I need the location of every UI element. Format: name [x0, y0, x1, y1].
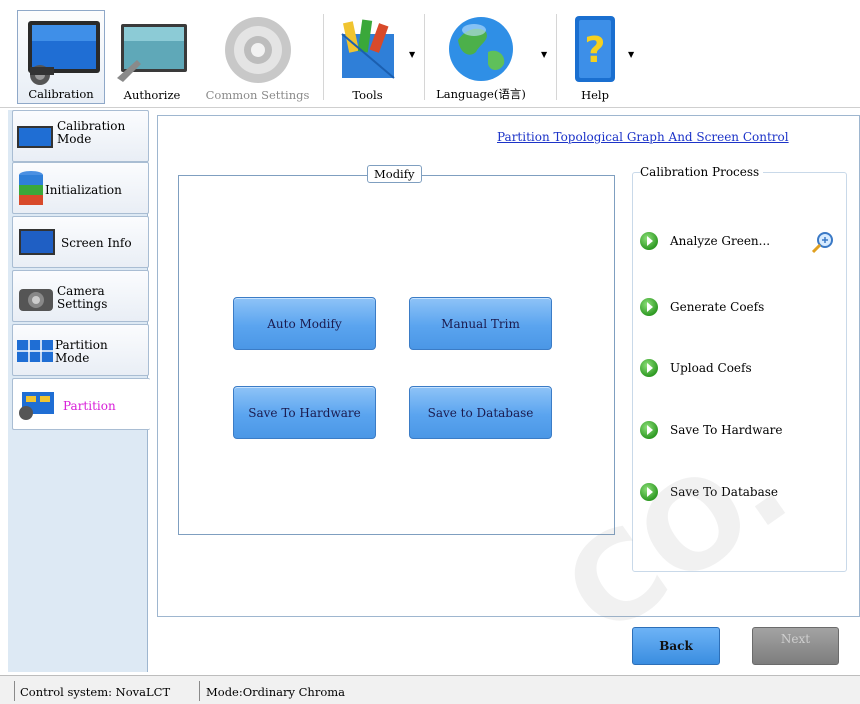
save-to-database-button[interactable]: Save to Database [409, 386, 552, 439]
grid-icon [17, 340, 53, 362]
nav-item-camera-settings[interactable]: Camera Settings [12, 270, 149, 322]
nav-item-label: Screen Info [61, 236, 132, 250]
globe-icon [449, 17, 513, 81]
main-toolbar: Calibration Authorize Common Settings To… [0, 0, 860, 108]
tools-dropdown-icon[interactable]: ▼ [409, 50, 415, 59]
nav-item-calibration-mode[interactable]: Calibration Mode [12, 110, 149, 162]
save-to-hardware-button[interactable]: Save To Hardware [233, 386, 376, 439]
nav-item-label: Initialization [45, 183, 122, 197]
authorize-screen-icon [117, 24, 187, 82]
camera-icon [19, 289, 53, 311]
toolbar-separator [323, 14, 324, 100]
process-step-label: Generate Coefs [670, 300, 765, 314]
nav-item-screen-info[interactable]: Screen Info [12, 216, 149, 268]
toolbar-separator [424, 14, 425, 100]
toolbar-tools[interactable]: Tools [330, 10, 405, 104]
nav-item-label: Calibration Mode [57, 119, 126, 146]
nav-item-partition[interactable]: Partition [12, 378, 150, 430]
process-step-label: Save To Database [670, 485, 779, 499]
toolbar-label: Calibration [28, 87, 94, 101]
toolbar-separator [556, 14, 557, 100]
nav-item-label: Partition Mode [55, 338, 108, 365]
status-divider [199, 681, 200, 701]
nav-item-partition-mode[interactable]: Partition Mode [12, 324, 149, 376]
auto-modify-button[interactable]: Auto Modify [233, 297, 376, 350]
toolbar-language[interactable]: Language(语言) [428, 10, 534, 104]
help-book-icon: ? [575, 16, 615, 82]
modify-group [178, 175, 615, 535]
nav-item-label: Camera Settings [57, 284, 108, 311]
tools-icon [341, 19, 395, 79]
process-step-label: Upload Coefs [670, 361, 752, 375]
svg-text:?: ? [585, 30, 606, 71]
nav-item-initialization[interactable]: Initialization [12, 162, 149, 214]
toolbar-label: Tools [352, 88, 383, 102]
play-icon [640, 232, 658, 250]
help-dropdown-icon[interactable]: ▼ [628, 50, 634, 59]
play-icon [640, 421, 658, 439]
process-step: Generate Coefs [640, 297, 764, 317]
play-icon [640, 483, 658, 501]
toolbar-label: Common Settings [205, 88, 310, 102]
screen-icon [19, 229, 55, 255]
back-button[interactable]: Back [632, 627, 720, 665]
toolbar-label: Authorize [123, 88, 181, 102]
process-step: Analyze Green... [640, 231, 770, 251]
calibration-monitor-icon [28, 21, 100, 85]
manual-trim-button[interactable]: Manual Trim [409, 297, 552, 350]
partition-icon [19, 392, 54, 420]
status-divider [14, 681, 15, 701]
process-step-label: Save To Hardware [670, 423, 783, 437]
next-button[interactable]: Next [752, 627, 839, 665]
play-icon [640, 298, 658, 316]
toolbar-calibration[interactable]: Calibration [17, 10, 105, 104]
status-mode: Mode:Ordinary Chroma [206, 685, 346, 699]
nav-item-label: Partition [63, 399, 116, 413]
toolbar-label: Language(语言) [436, 87, 526, 101]
status-bar: Control system: NovaLCT Mode:Ordinary Ch… [0, 675, 860, 704]
status-control-system: Control system: NovaLCT [20, 685, 171, 699]
toolbar-label: Help [581, 88, 609, 102]
partition-topology-link[interactable]: Partition Topological Graph And Screen C… [497, 130, 789, 144]
toolbar-authorize[interactable]: Authorize [113, 10, 191, 104]
zoom-magnifier-icon[interactable] [810, 229, 836, 255]
database-icon [19, 171, 43, 205]
toolbar-common-settings[interactable]: Common Settings [200, 10, 315, 104]
language-dropdown-icon[interactable]: ▼ [541, 50, 547, 59]
toolbar-help[interactable]: ? Help [565, 10, 625, 104]
process-step: Save To Hardware [640, 420, 782, 440]
process-step: Save To Database [640, 482, 778, 502]
calibration-process-title: Calibration Process [640, 165, 764, 179]
left-nav: Calibration Mode Initialization Screen I… [8, 110, 150, 672]
gear-disc-icon [225, 17, 291, 83]
process-step: Upload Coefs [640, 358, 752, 378]
modify-group-title: Modify [367, 165, 422, 183]
monitor-icon [17, 126, 53, 148]
play-icon [640, 359, 658, 377]
process-step-label: Analyze Green... [670, 234, 771, 248]
